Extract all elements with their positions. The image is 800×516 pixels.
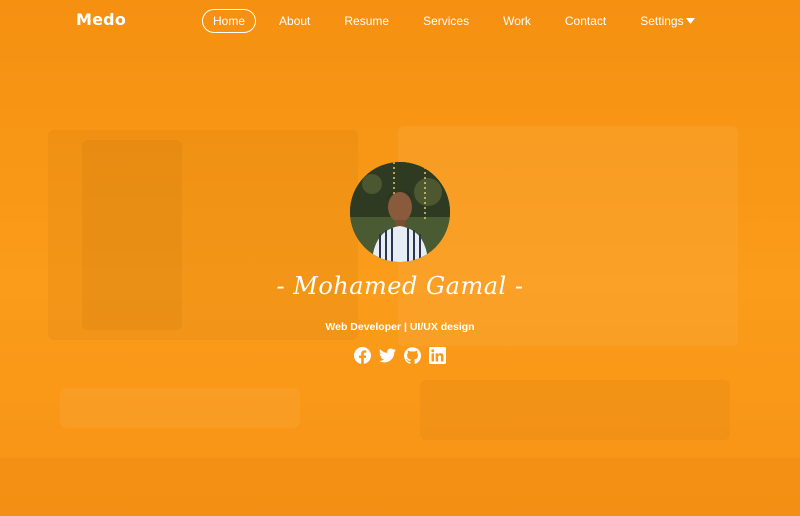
twitter-icon[interactable]	[379, 347, 396, 364]
social-links	[350, 347, 450, 364]
avatar	[350, 162, 450, 262]
hero-role: Web Developer | UI/UX design	[325, 321, 475, 333]
facebook-icon[interactable]	[354, 347, 371, 364]
github-icon[interactable]	[404, 347, 421, 364]
hero-section: - Mohamed Gamal - Web Developer | UI/UX …	[0, 0, 800, 516]
linkedin-icon[interactable]	[429, 347, 446, 364]
hero-name: - Mohamed Gamal -	[276, 272, 524, 300]
